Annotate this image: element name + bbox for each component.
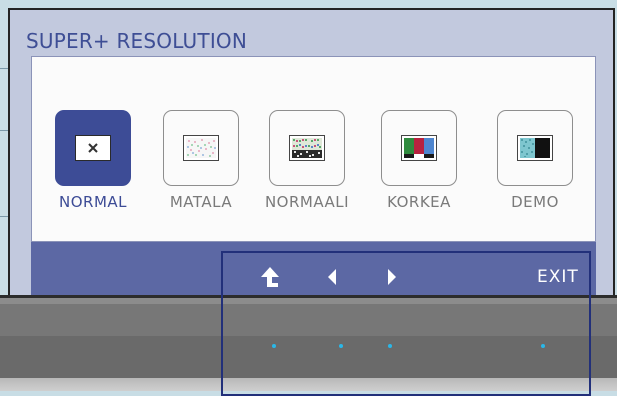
left-arrow-icon[interactable]	[326, 268, 338, 290]
exit-button[interactable]: EXIT	[537, 267, 579, 287]
close-x-icon	[75, 135, 111, 161]
option-label: MATALA	[169, 193, 233, 211]
monitor-bezel	[0, 298, 617, 391]
button-led[interactable]	[272, 344, 276, 348]
normal-resolution-icon	[289, 135, 325, 161]
option-korkea[interactable]	[381, 110, 457, 186]
option-demo[interactable]	[497, 110, 573, 186]
option-normal[interactable]	[55, 110, 131, 186]
bar-separator	[222, 251, 590, 253]
osd-title: SUPER+ RESOLUTION	[26, 29, 248, 53]
up-arrow-icon[interactable]	[258, 266, 282, 292]
button-led[interactable]	[388, 344, 392, 348]
button-guide-bar	[31, 242, 596, 295]
button-led[interactable]	[541, 344, 545, 348]
demo-split-icon	[517, 135, 553, 161]
option-label: KORKEA	[387, 193, 451, 211]
option-label: NORMAL	[58, 193, 128, 211]
option-normaali[interactable]	[269, 110, 345, 186]
option-label: NORMAALI	[264, 193, 350, 211]
low-resolution-icon	[183, 135, 219, 161]
high-resolution-icon	[401, 135, 437, 161]
option-label: DEMO	[511, 193, 559, 211]
button-led[interactable]	[339, 344, 343, 348]
right-arrow-icon[interactable]	[386, 268, 398, 290]
option-matala[interactable]	[163, 110, 239, 186]
